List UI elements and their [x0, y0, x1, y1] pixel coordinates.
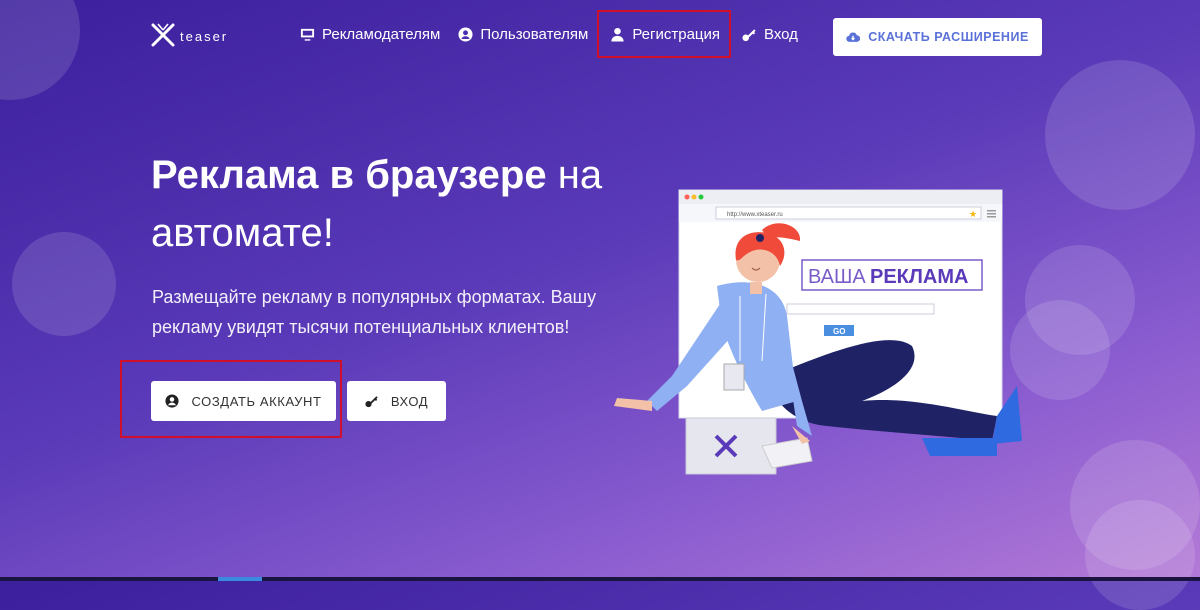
ad-text-word2: РЕКЛАМА	[870, 266, 968, 288]
browser-titlebar	[679, 190, 1002, 204]
bg-bubble	[12, 232, 116, 336]
nav-advertisers[interactable]: Рекламодателям	[300, 26, 440, 43]
download-extension-label: СКАЧАТЬ РАСШИРЕНИЕ	[868, 30, 1029, 44]
main-nav: Рекламодателям Пользователям Регистрация…	[300, 26, 816, 43]
nav-advertisers-label: Рекламодателям	[322, 26, 441, 43]
bg-bubble	[0, 0, 80, 100]
logo-text: teaser	[180, 28, 229, 44]
login-button[interactable]: ВХОД	[347, 381, 446, 421]
highlight-box	[597, 10, 731, 58]
nav-users[interactable]: Пользователям	[458, 26, 588, 43]
logo-x-icon	[151, 23, 175, 47]
key-icon	[742, 29, 756, 42]
menu-icon	[987, 210, 996, 212]
ad-text-word1: ВАША	[808, 266, 866, 288]
nav-users-label: Пользователям	[480, 26, 589, 43]
bottom-bar	[0, 577, 1200, 581]
hero-title: Реклама в браузере на автомате!	[151, 146, 621, 262]
badge	[723, 363, 745, 391]
address-url: http://www.xteaser.ru	[727, 212, 783, 218]
bg-bubble	[1085, 500, 1195, 610]
window-dot-yellow	[691, 194, 697, 200]
login-label: ВХОД	[390, 393, 429, 409]
bg-bubble	[1045, 60, 1195, 210]
download-extension-button[interactable]: СКАЧАТЬ РАСШИРЕНИЕ	[833, 18, 1042, 56]
monitor-icon	[300, 28, 315, 41]
hero-title-bold: Реклама в браузере	[151, 153, 547, 197]
highlight-box	[120, 360, 342, 438]
cloud-download-icon	[846, 32, 861, 42]
key-icon	[365, 396, 378, 408]
search-field	[786, 303, 935, 315]
go-label: GO	[833, 327, 845, 336]
menu-icon	[987, 216, 996, 218]
window-dot-red	[684, 194, 690, 200]
nav-login-label: Вход	[764, 26, 798, 43]
nav-login[interactable]: Вход	[742, 26, 798, 43]
window-dot-green	[698, 194, 704, 200]
menu-icon	[987, 213, 996, 215]
bookmark-star-icon: ★	[969, 209, 977, 219]
hero-subtitle: Размещайте рекламу в популярных форматах…	[152, 287, 597, 337]
user-circle-icon	[458, 27, 473, 42]
hero-illustration: http://www.xteaser.ru ★ ВАША РЕКЛАМА GO	[614, 189, 1022, 475]
logo[interactable]: teaser	[150, 22, 228, 48]
